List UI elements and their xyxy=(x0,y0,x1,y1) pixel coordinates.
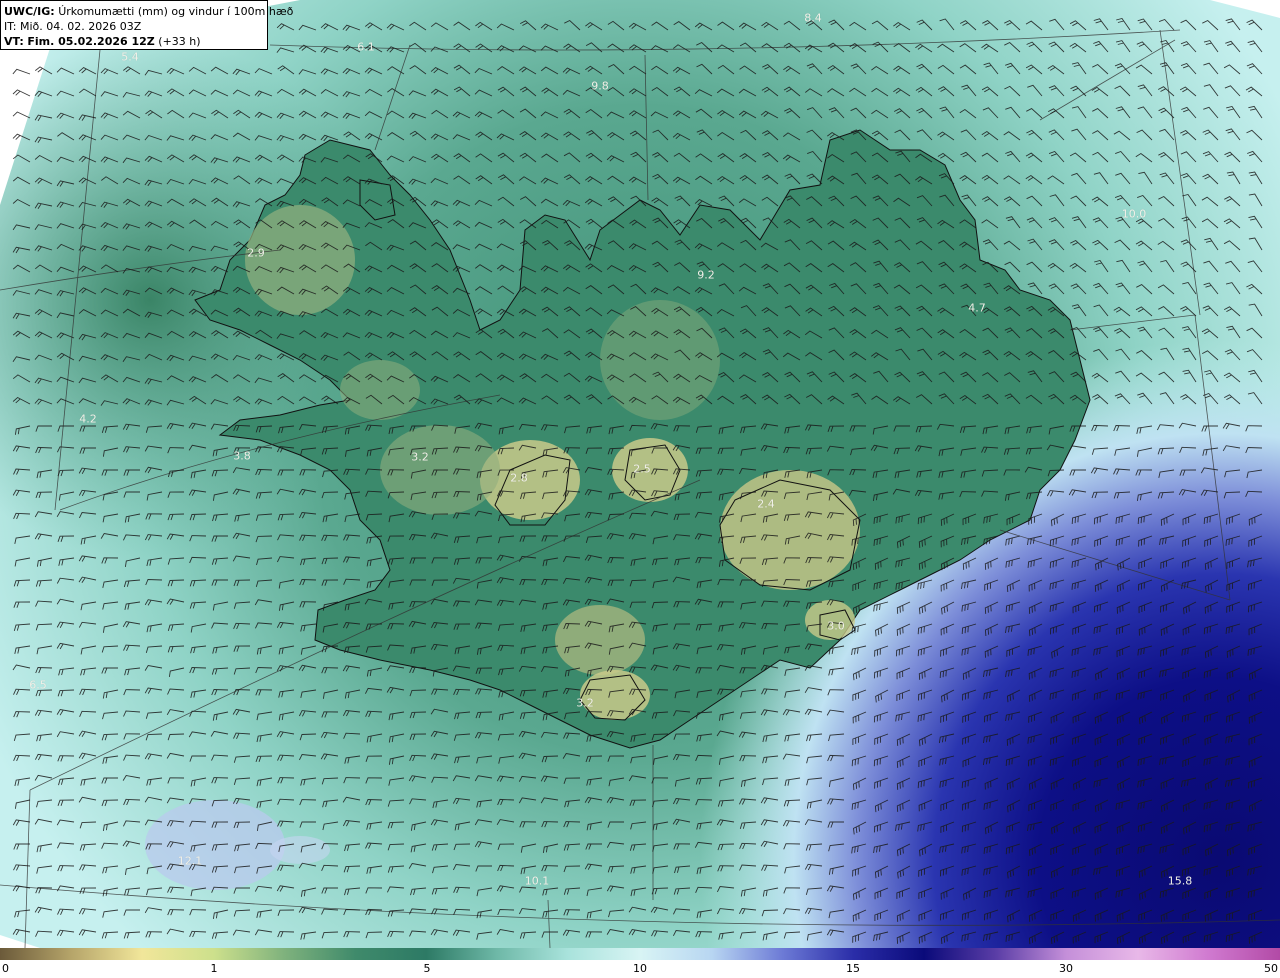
map-title: Úrkomumætti (mm) og vindur í 100m hæð xyxy=(58,5,294,18)
legend-tick: 1 xyxy=(210,962,218,975)
precip-value-label: 4.7 xyxy=(968,301,986,315)
color-legend-bar xyxy=(0,948,1280,960)
precip-value-label: 3.2 xyxy=(411,450,429,464)
legend-tick: 30 xyxy=(1059,962,1073,975)
precip-value-label: 3.8 xyxy=(233,449,251,463)
precip-value-label: 9.2 xyxy=(697,268,715,282)
precip-value-label: 8.4 xyxy=(804,11,822,25)
precip-value-label: 6.5 xyxy=(29,678,47,692)
precip-value-label: 15.8 xyxy=(1167,874,1193,888)
precip-value-label: 3.0 xyxy=(827,619,845,633)
precip-value-label: 3.2 xyxy=(576,696,594,710)
precip-value-label: 12.1 xyxy=(177,854,203,868)
model-name: UWC/IG: xyxy=(4,5,55,18)
precip-value-label: 4.2 xyxy=(79,412,97,426)
precip-value-label: 2.5 xyxy=(633,462,651,476)
issue-time: IT: Mið. 04. 02. 2026 03Z xyxy=(4,20,142,33)
precip-value-label: 5.4 xyxy=(121,50,139,64)
precip-value-label: 10.0 xyxy=(1121,207,1147,221)
valid-time: Fim. 05.02.2026 12Z xyxy=(27,35,155,48)
precip-value-label: 2.9 xyxy=(247,246,265,260)
legend-tick: 5 xyxy=(423,962,431,975)
precip-value-label: 6.1 xyxy=(357,40,375,54)
lead-time: (+33 h) xyxy=(158,35,201,48)
title-line: UWC/IG: Úrkomumætti (mm) og vindur í 100… xyxy=(4,4,293,19)
valid-time-line: VT: Fim. 05.02.2026 12Z (+33 h) xyxy=(4,34,264,49)
map-info-box: UWC/IG: Úrkomumætti (mm) og vindur í 100… xyxy=(0,0,293,50)
legend-tick: 50 xyxy=(1264,962,1278,975)
precip-value-label: 2.4 xyxy=(757,497,775,511)
legend-tick: 15 xyxy=(846,962,860,975)
precip-value-label: 2.8 xyxy=(510,471,528,485)
precip-value-label: 9.8 xyxy=(591,79,609,93)
valid-prefix: VT: xyxy=(4,35,24,48)
color-legend-ticks: 0 1 5 10 15 30 50 xyxy=(0,960,1280,978)
precip-value-label: 10.1 xyxy=(524,874,550,888)
legend-tick: 10 xyxy=(633,962,647,975)
legend-tick: 0 xyxy=(2,962,9,975)
